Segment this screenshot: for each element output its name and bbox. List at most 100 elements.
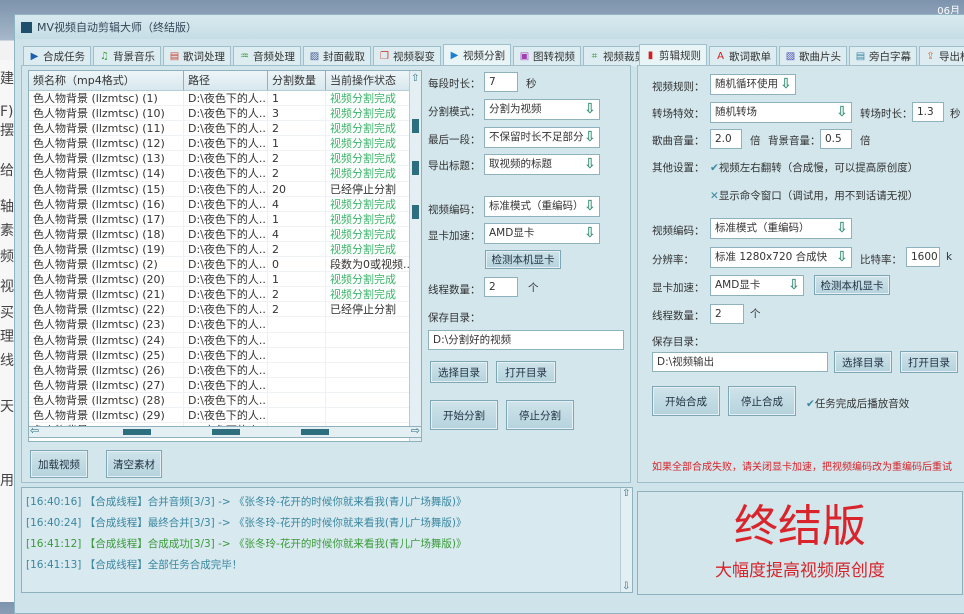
scroll-thumb[interactable] bbox=[412, 161, 419, 175]
open-dir-button[interactable]: 打开目录 bbox=[900, 351, 958, 373]
detect-gpu-button[interactable]: 检测本机显卡 bbox=[814, 275, 890, 295]
dropdown-arrow-icon[interactable]: ⇩ bbox=[835, 105, 849, 120]
table-row[interactable]: 色人物背景 (llzmtsc) (14) D:\夜色下的人... 2 视频分割完成 bbox=[29, 166, 421, 182]
tab-film[interactable]: ▮ 剪辑规则 bbox=[639, 44, 707, 66]
play-sound-checkbox[interactable]: ✔任务完成后播放音效 bbox=[806, 396, 909, 411]
column-header[interactable]: 频名称（mp4格式） bbox=[29, 71, 184, 90]
table-row[interactable]: 色人物背景 (llzmtsc) (19) D:\夜色下的人... 2 视频分割完成 bbox=[29, 241, 421, 258]
gpu-accel-select[interactable]: AMD显卡 ⇩ bbox=[710, 275, 804, 296]
table-row[interactable]: 色人物背景 (llzmtsc) (18) D:\夜色下的人... 4 视频分割完成 bbox=[29, 226, 421, 242]
split-mode-select[interactable]: 分割为视频 ⇩ bbox=[484, 99, 600, 120]
choose-dir-button[interactable]: 选择目录 bbox=[430, 361, 488, 383]
dropdown-arrow-icon[interactable]: ⇩ bbox=[835, 221, 849, 236]
choose-dir-button[interactable]: 选择目录 bbox=[834, 351, 892, 373]
dropdown-arrow-icon[interactable]: ⇩ bbox=[583, 226, 597, 241]
scroll-thumb[interactable] bbox=[123, 429, 151, 435]
dropdown-arrow-icon[interactable]: ⇩ bbox=[787, 278, 801, 293]
column-header[interactable]: 路径 bbox=[184, 71, 268, 90]
column-header[interactable]: 当前操作状态 bbox=[326, 71, 411, 90]
table-row[interactable]: 色人物背景 (llzmtsc) (26) D:\夜色下的人... bbox=[29, 362, 421, 378]
segment-duration-input[interactable]: 7 bbox=[484, 72, 518, 92]
table-row[interactable]: 色人物背景 (llzmtsc) (11) D:\夜色下的人... 2 视频分割完成 bbox=[29, 121, 421, 137]
table-row[interactable]: 色人物背景 (llzmtsc) (21) D:\夜色下的人... 2 视频分割完成 bbox=[29, 287, 421, 303]
tab-font[interactable]: A 歌词歌单 bbox=[709, 46, 777, 66]
table-row[interactable]: 色人物背景 (llzmtsc) (16) D:\夜色下的人... 4 视频分割完成 bbox=[29, 196, 421, 212]
open-dir-button[interactable]: 打开目录 bbox=[496, 361, 556, 383]
stop-compose-button[interactable]: 停止合成 bbox=[728, 386, 796, 416]
list-horizontal-scrollbar[interactable]: ⇦ ⇨ bbox=[28, 424, 422, 438]
load-video-button[interactable]: 加载视频 bbox=[30, 450, 88, 478]
tab-picture[interactable]: ▧ 歌曲片头 bbox=[779, 46, 847, 66]
stop-split-button[interactable]: 停止分割 bbox=[506, 400, 574, 430]
tab-audio[interactable]: ♒ 音频处理 bbox=[233, 46, 301, 66]
show-cmd-checkbox[interactable]: ✕显示命令窗口（调试用，用不到话请无视） bbox=[710, 188, 918, 203]
table-row[interactable]: 色人物背景 (llzmtsc) (12) D:\夜色下的人... 1 视频分割完成 bbox=[29, 136, 421, 152]
table-row[interactable]: 色人物背景 (llzmtsc) (28) D:\夜色下的人... bbox=[29, 392, 421, 408]
scroll-thumb[interactable] bbox=[412, 205, 419, 219]
dropdown-arrow-icon[interactable]: ⇩ bbox=[583, 130, 597, 145]
scroll-up-icon[interactable]: ⇧ bbox=[411, 73, 419, 84]
video-list[interactable]: 频名称（mp4格式） 路径 分割数量 当前操作状态 色人物背景 (llzmtsc) (… bbox=[28, 70, 422, 442]
tab-music[interactable]: ♫ 背景音乐 bbox=[93, 46, 161, 66]
table-row[interactable]: 色人物背景 (llzmtsc) (25) D:\夜色下的人... bbox=[29, 347, 421, 363]
video-encoding-select[interactable]: 标准模式（重编码） ⇩ bbox=[710, 218, 852, 239]
tab-export[interactable]: ⇪ 导出标题 bbox=[919, 46, 964, 66]
table-row[interactable]: 色人物背景 (llzmtsc) (22) D:\夜色下的人... 2 已经停止分割 bbox=[29, 302, 421, 318]
dropdown-arrow-icon[interactable]: ⇩ bbox=[779, 77, 793, 92]
video-encoding-select[interactable]: 标准模式（重编码） ⇩ bbox=[484, 196, 600, 217]
dropdown-arrow-icon[interactable]: ⇩ bbox=[583, 157, 597, 172]
table-row[interactable]: 色人物背景 (llzmtsc) (17) D:\夜色下的人... 1 视频分割完成 bbox=[29, 211, 421, 227]
transition-duration-input[interactable]: 1.3 bbox=[912, 102, 944, 122]
resolution-select[interactable]: 标准 1280x720 合成快 ⇩ bbox=[710, 247, 852, 268]
gpu-accel-select[interactable]: AMD显卡 ⇩ bbox=[484, 223, 600, 244]
log-scrollbar[interactable]: ⇧ ⇩ bbox=[620, 488, 632, 592]
table-row[interactable]: 色人物背景 (llzmtsc) (20) D:\夜色下的人... 1 视频分割完成 bbox=[29, 272, 421, 288]
transition-select[interactable]: 随机转场 ⇩ bbox=[710, 102, 852, 123]
table-row[interactable]: 色人物背景 (llzmtsc) (1) D:\夜色下的人... 1 视频分割完成 bbox=[29, 91, 421, 107]
bg-volume-input[interactable]: 0.5 bbox=[820, 129, 852, 149]
flip-video-checkbox[interactable]: ✔视频左右翻转（合成慢，可以提高原创度） bbox=[710, 160, 918, 175]
start-compose-button[interactable]: 开始合成 bbox=[652, 386, 720, 416]
song-volume-input[interactable]: 2.0 bbox=[710, 129, 742, 149]
scroll-left-icon[interactable]: ⇦ bbox=[30, 424, 39, 437]
last-segment-select[interactable]: 不保留时长不足部分 ⇩ bbox=[484, 127, 600, 148]
scroll-thumb[interactable] bbox=[412, 119, 419, 133]
list-vertical-scrollbar[interactable]: ⇧ ⇩ bbox=[409, 71, 421, 441]
dropdown-arrow-icon[interactable]: ⇩ bbox=[583, 199, 597, 214]
thread-count-input[interactable]: 2 bbox=[484, 277, 518, 297]
scroll-thumb[interactable] bbox=[212, 429, 240, 435]
table-row[interactable]: 色人物背景 (llzmtsc) (15) D:\夜色下的人... 20 已经停止分割 bbox=[29, 181, 421, 197]
export-title-select[interactable]: 取视频的标题 ⇩ bbox=[484, 154, 600, 175]
table-row[interactable]: 色人物背景 (llzmtsc) (13) D:\夜色下的人... 2 视频分割完成 bbox=[29, 151, 421, 167]
scroll-up-icon[interactable]: ⇧ bbox=[622, 488, 630, 499]
clear-material-button[interactable]: 清空素材 bbox=[106, 450, 162, 478]
dropdown-arrow-icon[interactable]: ⇩ bbox=[583, 102, 597, 117]
tab-document[interactable]: ▤ 旁白字幕 bbox=[849, 46, 917, 66]
table-row[interactable]: 色人物背景 (llzmtsc) (27) D:\夜色下的人... bbox=[29, 377, 421, 393]
table-row[interactable]: 色人物背景 (llzmtsc) (10) D:\夜色下的人... 3 视频分割完成 bbox=[29, 106, 421, 122]
tab-video[interactable]: ▶ 视频分割 bbox=[443, 44, 511, 66]
tab-play[interactable]: ▶ 合成任务 bbox=[23, 46, 91, 66]
thread-count-input[interactable]: 2 bbox=[710, 304, 744, 324]
tab-copy[interactable]: ❐ 视频裂变 bbox=[373, 46, 441, 66]
thread-unit: 个 bbox=[750, 308, 761, 320]
tab-lyrics[interactable]: ▤ 歌词处理 bbox=[163, 46, 231, 66]
tab-image[interactable]: ▨ 封面截取 bbox=[303, 46, 371, 66]
scroll-thumb[interactable] bbox=[301, 429, 329, 435]
dropdown-arrow-icon[interactable]: ⇩ bbox=[835, 250, 849, 265]
video-rule-select[interactable]: 随机循环使用 ⇩ bbox=[710, 74, 796, 95]
save-dir-input[interactable]: D:\分割好的视频 bbox=[428, 330, 624, 350]
bitrate-input[interactable]: 1600 bbox=[906, 247, 940, 267]
scroll-down-icon[interactable]: ⇩ bbox=[622, 581, 630, 592]
table-row[interactable]: 色人物背景 (llzmtsc) (24) D:\夜色下的人... bbox=[29, 332, 421, 348]
table-row[interactable]: 色人物背景 (llzmtsc) (29) D:\夜色下的人... bbox=[29, 407, 421, 424]
start-split-button[interactable]: 开始分割 bbox=[430, 400, 498, 430]
detect-gpu-button[interactable]: 检测本机显卡 bbox=[485, 250, 561, 269]
table-row[interactable]: 色人物背景 (llzmtsc) (23) D:\夜色下的人... bbox=[29, 317, 421, 333]
tab-slideshow[interactable]: ▣ 图转视频 bbox=[513, 46, 581, 66]
column-header[interactable]: 分割数量 bbox=[268, 71, 326, 90]
table-row[interactable]: 色人物背景 (llzmtsc) (2) D:\夜色下的人... 0 段数为0或视频..… bbox=[29, 257, 421, 273]
scroll-right-icon[interactable]: ⇨ bbox=[411, 424, 420, 437]
save-dir-input[interactable]: D:\视频输出 bbox=[652, 352, 828, 372]
name-cell: 色人物背景 (llzmtsc) (21) bbox=[29, 287, 184, 302]
